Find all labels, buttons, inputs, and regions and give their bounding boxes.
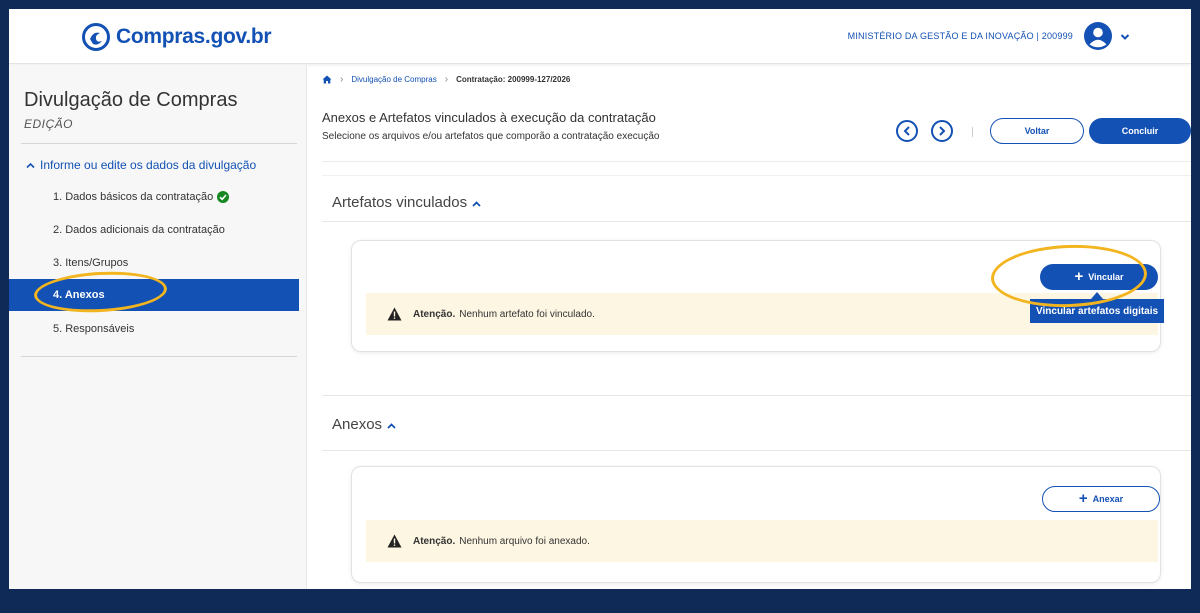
back-button[interactable]: Voltar — [990, 118, 1084, 144]
logo-text: Compras.gov.br — [116, 25, 272, 48]
chevron-up-icon — [387, 423, 396, 429]
alert-title: Atenção. — [413, 308, 456, 320]
warning-icon — [387, 307, 402, 321]
anexos-section-title[interactable]: Anexos — [332, 416, 396, 433]
header-divider — [322, 175, 1191, 176]
chevron-right-icon — [939, 126, 946, 136]
previous-button[interactable] — [896, 120, 918, 142]
plus-icon: + — [1074, 267, 1084, 285]
finish-button[interactable]: Concluir — [1089, 118, 1191, 144]
check-circle-icon — [217, 191, 230, 203]
alert-message: Nenhum artefato foi vinculado. — [459, 308, 595, 320]
vincular-button[interactable]: + Vincular — [1040, 264, 1158, 290]
vincular-button-label: Vincular — [1088, 272, 1124, 282]
tooltip-arrow — [1091, 292, 1103, 299]
section-divider — [322, 395, 1191, 396]
sidebar-divider — [21, 143, 297, 144]
logo[interactable]: Compras.gov.br — [81, 22, 272, 52]
bottom-bar — [0, 589, 1200, 613]
sidebar-subtitle: EDIÇÃO — [24, 117, 74, 131]
chevron-down-icon[interactable] — [1120, 33, 1130, 41]
artefatos-card: Atenção. Nenhum artefato foi vinculado. — [351, 240, 1161, 352]
header-divider — [322, 161, 1191, 162]
sidebar-group-toggle[interactable]: Informe ou edite os dados da divulgação — [26, 158, 256, 172]
anexos-card: Atenção. Nenhum arquivo foi anexado. — [351, 466, 1161, 583]
section-title-text: Artefatos vinculados — [332, 194, 468, 211]
sidebar-group-label: Informe ou edite os dados da divulgação — [40, 158, 257, 172]
sidebar-item-label: 5. Responsáveis — [53, 323, 135, 335]
sidebar-title: Divulgação de Compras — [24, 89, 238, 111]
alert-message: Nenhum arquivo foi anexado. — [459, 535, 590, 547]
chevron-up-icon — [472, 201, 481, 207]
sidebar-item-label: 1. Dados básicos da contratação — [53, 191, 214, 203]
anexar-button-label: Anexar — [1092, 494, 1124, 504]
chevron-left-icon — [903, 126, 910, 136]
alert-title: Atenção. — [413, 535, 456, 547]
page-subtitle: Selecione os arquivos e/ou artefatos que… — [322, 131, 660, 142]
home-icon[interactable] — [322, 75, 332, 84]
breadcrumb: › Divulgação de Compras › Contratação: 2… — [322, 74, 570, 85]
ministry-label[interactable]: MINISTÉRIO DA GESTÃO E DA INOVAÇÃO | 200… — [848, 31, 1073, 41]
sidebar-item-dados-adicionais[interactable]: 2. Dados adicionais da contratação — [9, 214, 299, 246]
vincular-tooltip: Vincular artefatos digitais — [1030, 299, 1165, 323]
sidebar-item-anexos[interactable]: 4. Anexos — [9, 279, 299, 311]
app-window: Compras.gov.br MINISTÉRIO DA GESTÃO E DA… — [9, 9, 1191, 589]
toolbar-divider — [972, 127, 973, 137]
breadcrumb-link[interactable]: Divulgação de Compras — [351, 75, 436, 84]
anexos-alert: Atenção. Nenhum arquivo foi anexado. — [366, 520, 1158, 562]
breadcrumb-separator: › — [340, 74, 344, 85]
user-avatar-icon[interactable] — [1084, 22, 1112, 50]
sidebar-item-responsaveis[interactable]: 5. Responsáveis — [9, 313, 299, 345]
plus-icon: + — [1078, 489, 1088, 507]
sidebar-divider — [21, 356, 297, 357]
sidebar-item-label: 4. Anexos — [53, 289, 105, 301]
sidebar-item-label: 3. Itens/Grupos — [53, 257, 129, 269]
compras-logo-icon — [82, 23, 110, 51]
breadcrumb-separator: › — [444, 74, 449, 85]
section-divider — [322, 221, 1191, 222]
top-header: Compras.gov.br MINISTÉRIO DA GESTÃO E DA… — [9, 9, 1191, 64]
sidebar: Divulgação de Compras EDIÇÃO Informe ou … — [9, 65, 307, 589]
sidebar-item-itens-grupos[interactable]: 3. Itens/Grupos — [9, 247, 299, 279]
warning-icon — [387, 534, 402, 548]
sidebar-item-dados-basicos[interactable]: 1. Dados básicos da contratação — [9, 181, 299, 213]
chevron-up-icon — [26, 162, 35, 168]
main-content: › Divulgação de Compras › Contratação: 2… — [307, 65, 1191, 589]
anexar-button[interactable]: + Anexar — [1042, 486, 1160, 512]
artefatos-section-title[interactable]: Artefatos vinculados — [332, 194, 481, 211]
page-title: Anexos e Artefatos vinculados à execução… — [322, 110, 656, 125]
next-button[interactable] — [931, 120, 953, 142]
sidebar-item-label: 2. Dados adicionais da contratação — [53, 224, 225, 236]
section-title-text: Anexos — [332, 416, 383, 433]
breadcrumb-current: Contratação: 200999-127/2026 — [456, 75, 571, 84]
section-divider — [322, 450, 1191, 451]
